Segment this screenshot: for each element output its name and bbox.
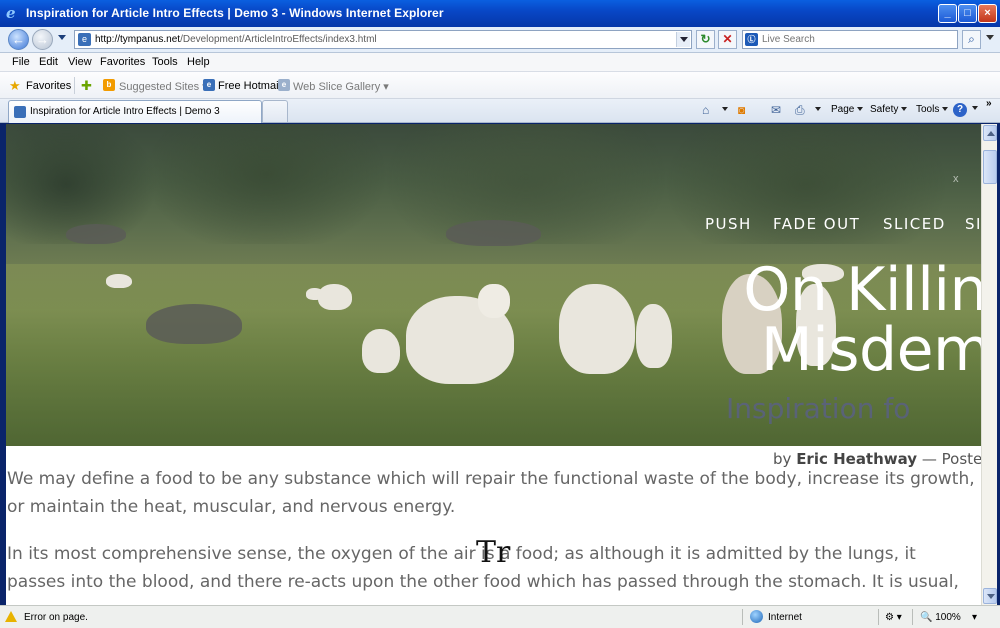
hero-image: PUSH FADE OUT SLICED SI x On Killing Ani… [6, 124, 981, 446]
forward-button[interactable]: → [32, 29, 53, 50]
rss-feed-icon[interactable]: ◙ [738, 103, 745, 117]
web-slice-gallery-link[interactable]: Web Slice Gallery ▾ [293, 80, 389, 93]
vertical-scrollbar[interactable] [981, 124, 997, 605]
web-slice-icon: e [278, 79, 290, 91]
favorites-bar: ★ Favorites ✚ b Suggested Sites ▾ e Free… [0, 72, 1000, 99]
tools-menu-button[interactable]: Tools [916, 104, 949, 115]
text-cursor-icon: Tr [476, 535, 511, 570]
print-icon[interactable]: ⎙ [795, 103, 805, 117]
safety-menu-button[interactable]: Safety [870, 104, 908, 115]
menu-view[interactable]: View [68, 56, 92, 68]
hero-close-icon[interactable]: x [953, 173, 959, 185]
title-bar[interactable]: e Inspiration for Article Intro Effects … [0, 0, 1000, 27]
window-title: Inspiration for Article Intro Effects | … [26, 6, 444, 20]
article-subtitle: Inspiration fo [726, 392, 911, 425]
status-bar: Error on page. Internet ⚙ ▾ 🔍 100% ▾ [0, 605, 1000, 628]
page-viewport: PUSH FADE OUT SLICED SI x On Killing Ani… [6, 124, 981, 605]
add-favorite-icon[interactable]: ✚ [81, 79, 92, 92]
free-hotmail-link[interactable]: Free Hotmail [218, 80, 281, 92]
security-zone: Internet [768, 612, 802, 623]
rock [66, 224, 126, 244]
menu-bar: File Edit View Favorites Tools Help [0, 53, 1000, 72]
divider [912, 609, 913, 625]
url-field[interactable]: e http://tympanus.net/Development/Articl… [74, 30, 692, 49]
hotmail-icon: e [203, 79, 215, 91]
search-field[interactable]: Ⓛ [742, 30, 958, 49]
menu-tools[interactable]: Tools [152, 56, 178, 68]
sheep [318, 284, 352, 310]
refresh-button[interactable]: ↻ [696, 30, 715, 49]
protected-mode-icon[interactable]: ⚙ ▾ [885, 612, 902, 623]
tab-label: Inspiration for Article Intro Effects | … [30, 106, 220, 117]
tab-demo3[interactable]: Inspiration for Article Intro Effects | … [8, 100, 262, 123]
divider [74, 77, 75, 94]
home-icon[interactable]: ⌂ [702, 103, 709, 117]
nav-more[interactable]: SI [965, 215, 981, 233]
stop-button[interactable]: ✕ [718, 30, 737, 49]
new-tab-button[interactable] [262, 100, 288, 122]
search-go-icon[interactable]: ⌕ [962, 30, 981, 49]
recent-pages-dropdown-icon[interactable] [58, 35, 66, 40]
tab-page-icon [14, 106, 26, 118]
sheep [106, 274, 132, 288]
tab-bar: Inspiration for Article Intro Effects | … [0, 98, 1000, 123]
rock [146, 304, 242, 344]
help-dropdown[interactable] [969, 103, 978, 114]
home-dropdown[interactable] [719, 104, 728, 115]
suggested-sites-icon: b [103, 79, 115, 91]
search-options-dropdown-icon[interactable] [986, 35, 994, 40]
menu-favorites[interactable]: Favorites [100, 56, 145, 68]
favorites-button[interactable]: Favorites [26, 80, 71, 92]
ie-logo-icon: e [6, 4, 16, 22]
suggested-sites-link[interactable]: Suggested Sites ▾ [119, 80, 208, 93]
nav-sliced[interactable]: SLICED [883, 215, 946, 233]
menu-edit[interactable]: Edit [39, 56, 58, 68]
sheep [362, 329, 400, 373]
favorites-star-icon: ★ [9, 78, 21, 93]
print-dropdown[interactable] [812, 104, 821, 115]
page-menu-button[interactable]: Page [831, 104, 864, 115]
sheep [406, 284, 514, 384]
menu-help[interactable]: Help [187, 56, 210, 68]
maximize-button[interactable]: □ [958, 4, 977, 23]
close-button[interactable]: × [978, 4, 997, 23]
zoom-level[interactable]: 🔍 100% [920, 612, 961, 623]
page-icon: e [78, 33, 91, 46]
minimize-button[interactable]: _ [938, 4, 957, 23]
rock [446, 220, 541, 246]
zoom-dropdown-icon[interactable]: ▾ [972, 612, 977, 623]
divider [742, 609, 743, 625]
menu-file[interactable]: File [12, 56, 30, 68]
scroll-thumb[interactable] [983, 150, 997, 184]
divider [878, 609, 879, 625]
scroll-down-button[interactable] [983, 588, 997, 604]
scroll-up-button[interactable] [983, 125, 997, 141]
live-search-icon: Ⓛ [745, 33, 758, 46]
status-message[interactable]: Error on page. [24, 612, 88, 623]
url-text: http://tympanus.net/Development/ArticleI… [95, 34, 377, 45]
help-icon[interactable]: ? [953, 103, 967, 117]
back-button[interactable]: ← [8, 29, 29, 50]
internet-zone-icon [750, 610, 763, 623]
nav-fade-out[interactable]: FADE OUT [773, 215, 860, 233]
nav-push[interactable]: PUSH [705, 215, 752, 233]
url-dropdown-icon[interactable] [676, 32, 690, 47]
address-bar: ← → e http://tympanus.net/Development/Ar… [0, 27, 1000, 53]
toolbar-overflow-icon[interactable]: » [986, 98, 992, 109]
read-mail-icon[interactable]: ✉ [771, 103, 781, 117]
search-input[interactable] [762, 33, 952, 46]
article-title: On Killing Anin Misdem [743, 255, 981, 385]
warning-icon[interactable] [5, 611, 17, 622]
paragraph: We may define a food to be any substance… [7, 469, 975, 517]
